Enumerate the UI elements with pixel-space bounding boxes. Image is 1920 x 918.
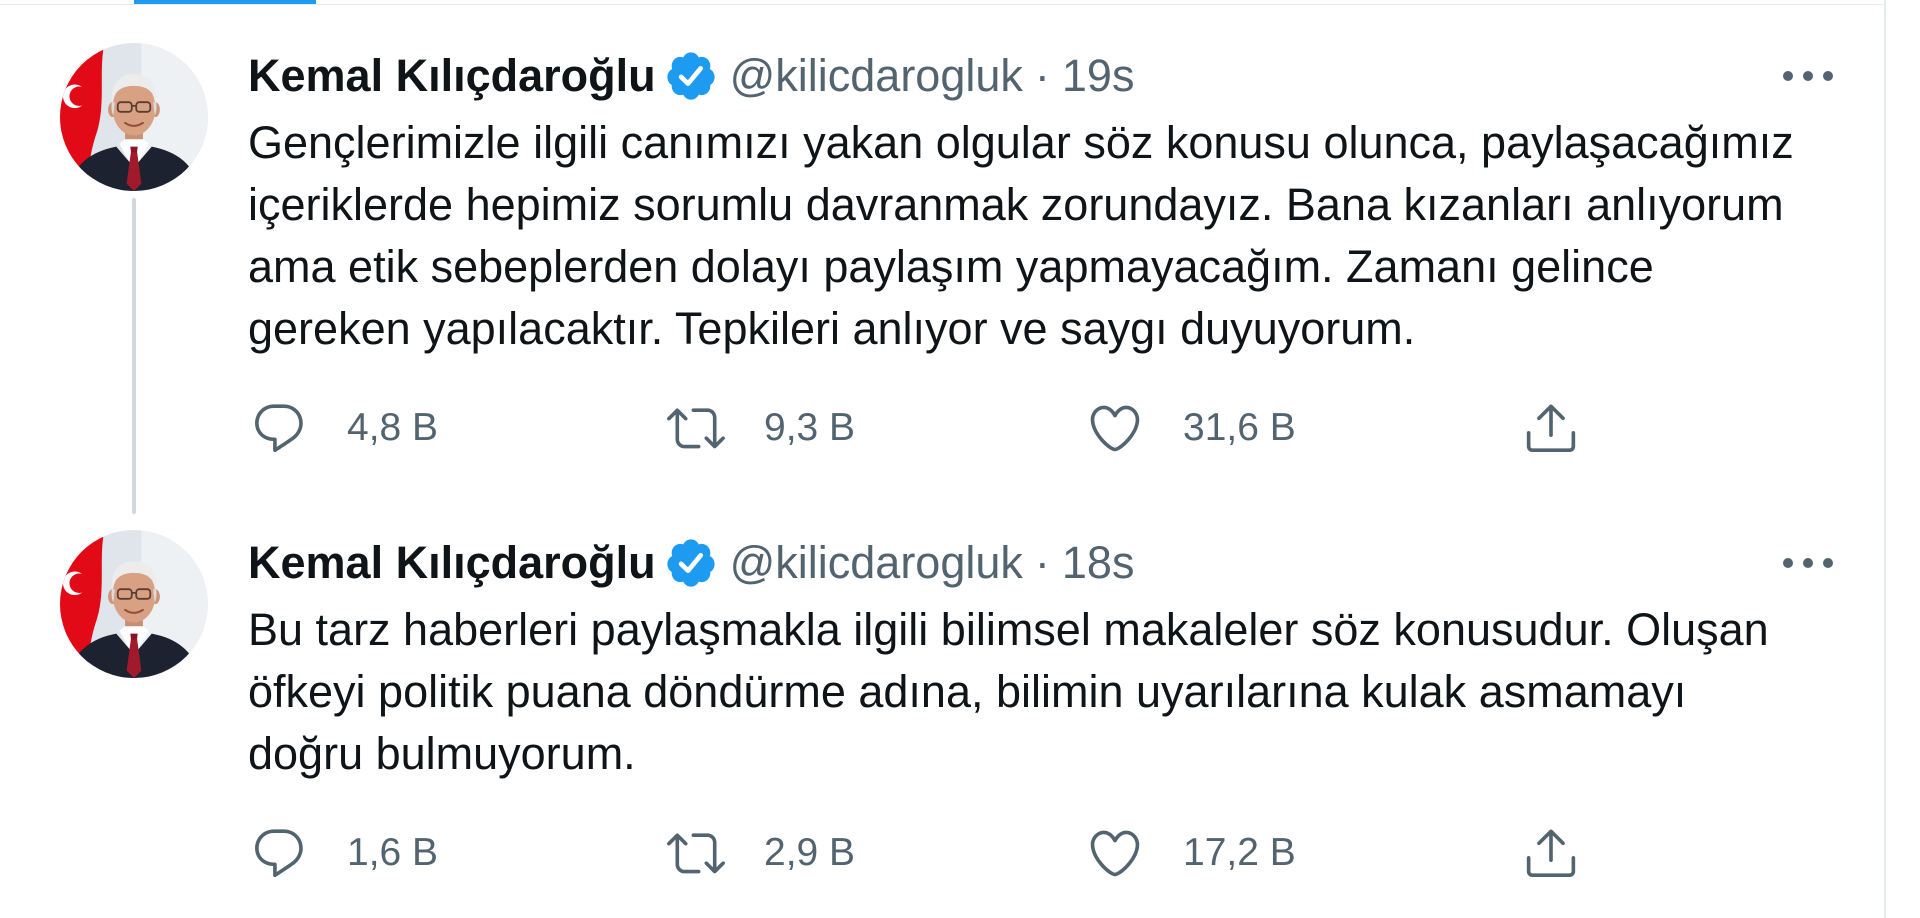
share-icon[interactable] xyxy=(1522,824,1580,882)
heart-icon[interactable] xyxy=(1086,824,1144,882)
meta-separator: · xyxy=(1034,537,1050,588)
reply-button[interactable]: 4,8 B xyxy=(250,399,438,457)
reply-icon[interactable] xyxy=(250,399,308,457)
retweet-icon[interactable] xyxy=(667,824,725,882)
author-handle[interactable]: @kilicdarogluk xyxy=(730,48,1023,104)
more-options-button[interactable] xyxy=(1778,551,1838,575)
reply-icon[interactable] xyxy=(250,824,308,882)
verified-badge-icon xyxy=(666,539,715,587)
retweet-button[interactable]: 2,9 B xyxy=(667,824,855,882)
avatar[interactable] xyxy=(60,530,208,678)
tweet[interactable]: Kemal Kılıçdaroğlu @kilicdarogluk · 18s … xyxy=(0,487,1884,918)
tweet-timestamp[interactable]: 18s xyxy=(1062,535,1135,591)
verified-badge-icon xyxy=(666,52,715,100)
avatar-photo xyxy=(60,43,208,191)
tweet[interactable]: Kemal Kılıçdaroğlu @kilicdarogluk · 19s … xyxy=(0,0,1884,514)
tweet-actions: 1,6 B 2,9 B 17,2 B xyxy=(248,824,1648,882)
share-icon[interactable] xyxy=(1522,399,1580,457)
tweet-actions: 4,8 B 9,3 B 31,6 B xyxy=(248,399,1648,457)
tweet-text-line: Gençlerimizle ilgili canımızı yakan olgu… xyxy=(248,117,1794,168)
tweet-header: Kemal Kılıçdaroğlu @kilicdarogluk · 19s xyxy=(248,48,1848,104)
tweet-text: Bu tarz haberleri paylaşmakla ilgili bil… xyxy=(248,599,1848,785)
reply-count: 1,6 B xyxy=(347,831,439,874)
share-button[interactable] xyxy=(1522,824,1580,882)
avatar[interactable] xyxy=(60,43,208,191)
tweet-text-line: içeriklerde hepimiz sorumlu davranmak zo… xyxy=(248,179,1784,230)
share-button[interactable] xyxy=(1522,399,1580,457)
avatar-photo xyxy=(60,530,208,678)
author-name[interactable]: Kemal Kılıçdaroğlu xyxy=(248,535,656,591)
like-count: 31,6 B xyxy=(1183,406,1296,449)
thread-connector-line xyxy=(132,198,136,514)
tweet-content: Kemal Kılıçdaroğlu @kilicdarogluk · 18s … xyxy=(248,535,1848,882)
column-border xyxy=(1884,0,1886,918)
more-options-button[interactable] xyxy=(1778,64,1838,88)
tweet-text: Gençlerimizle ilgili canımızı yakan olgu… xyxy=(248,112,1848,360)
retweet-button[interactable]: 9,3 B xyxy=(667,399,855,457)
like-button[interactable]: 17,2 B xyxy=(1086,824,1296,882)
tweet-text-line: ama etik sebeplerden dolayı paylaşım yap… xyxy=(248,241,1654,292)
reply-button[interactable]: 1,6 B xyxy=(250,824,438,882)
meta-separator: · xyxy=(1034,50,1050,101)
retweet-count: 2,9 B xyxy=(764,831,856,874)
heart-icon[interactable] xyxy=(1086,399,1144,457)
timeline-page: Kemal Kılıçdaroğlu @kilicdarogluk · 19s … xyxy=(0,0,1920,918)
more-horizontal-icon[interactable] xyxy=(1778,551,1838,575)
author-name[interactable]: Kemal Kılıçdaroğlu xyxy=(248,48,656,104)
like-button[interactable]: 31,6 B xyxy=(1086,399,1296,457)
tweet-text-line: Bu tarz haberleri paylaşmakla ilgili bil… xyxy=(248,604,1769,655)
retweet-icon[interactable] xyxy=(667,399,725,457)
tweet-text-line: doğru bulmuyorum. xyxy=(248,728,636,779)
tweet-text-line: gereken yapılacaktır. Tepkileri anlıyor … xyxy=(248,303,1416,354)
tweet-text-line: öfkeyi politik puana döndürme adına, bil… xyxy=(248,666,1687,717)
more-horizontal-icon[interactable] xyxy=(1778,64,1838,88)
reply-count: 4,8 B xyxy=(347,406,439,449)
tweet-content: Kemal Kılıçdaroğlu @kilicdarogluk · 19s … xyxy=(248,48,1848,457)
author-handle[interactable]: @kilicdarogluk xyxy=(730,535,1023,591)
tweet-timestamp[interactable]: 19s xyxy=(1062,48,1135,104)
tweet-header: Kemal Kılıçdaroğlu @kilicdarogluk · 18s xyxy=(248,535,1848,591)
retweet-count: 9,3 B xyxy=(764,406,856,449)
like-count: 17,2 B xyxy=(1183,831,1296,874)
